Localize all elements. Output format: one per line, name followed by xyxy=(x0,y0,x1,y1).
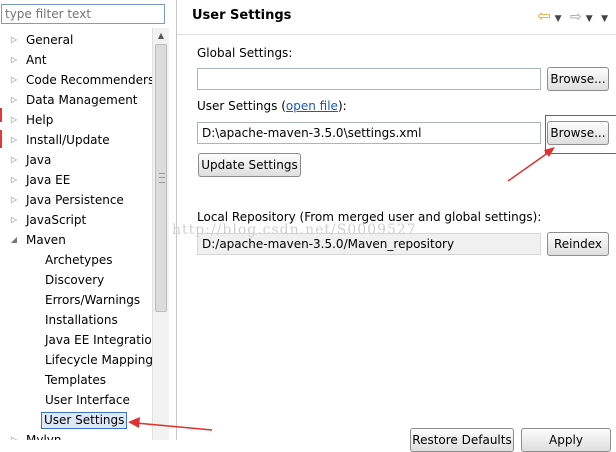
forward-arrow-icon[interactable]: ⇨ xyxy=(570,9,582,25)
tree-item[interactable]: User Interface xyxy=(0,391,152,409)
back-arrow-icon[interactable]: ⇦ xyxy=(537,6,550,25)
page-title: User Settings xyxy=(192,8,292,23)
global-settings-field[interactable] xyxy=(197,68,541,90)
tree-item-label: JavaScript xyxy=(26,213,87,227)
user-settings-label: User Settings (open file): xyxy=(197,99,347,113)
tree-item-label: Java xyxy=(26,153,52,167)
tree-item[interactable]: ▷ Mylyn xyxy=(0,431,152,440)
expand-icon[interactable]: ▷ xyxy=(10,211,18,229)
annotation-mark xyxy=(0,130,2,148)
tree-item-label: Maven xyxy=(26,233,66,247)
tree-item-label: Mylyn xyxy=(26,433,62,440)
expand-icon[interactable]: ▷ xyxy=(10,191,18,209)
tree-item[interactable]: ▷ Java Persistence xyxy=(0,191,152,209)
apply-button[interactable]: Apply xyxy=(521,428,611,452)
scrollbar-thumb[interactable] xyxy=(155,44,167,312)
tree-item[interactable]: ▷ Install/Update xyxy=(0,131,152,149)
tree-item[interactable]: Java EE Integration xyxy=(0,331,152,349)
user-settings-field[interactable]: D:\apache-maven-3.5.0\settings.xml xyxy=(197,122,541,144)
dropdown-icon[interactable]: ▼ xyxy=(555,14,562,24)
tree-item[interactable]: ▷ Help xyxy=(0,111,152,129)
expand-icon[interactable]: ▷ xyxy=(10,51,18,69)
expand-icon[interactable]: ▷ xyxy=(10,71,18,89)
tree-item[interactable]: Errors/Warnings xyxy=(0,291,152,309)
expand-icon[interactable]: ▷ xyxy=(10,131,18,149)
tree-item[interactable]: Templates xyxy=(0,371,152,389)
tree-item[interactable]: ▷ Code Recommenders xyxy=(0,71,152,89)
tree-item[interactable]: ▷ General xyxy=(0,31,152,49)
tree-scrollbar[interactable]: ▲ xyxy=(152,28,169,440)
tree-item-label: Lifecycle Mapping xyxy=(45,353,152,367)
page-header: User Settings ⇦ ▼ ⇨ ▼ ▼ xyxy=(177,0,616,34)
tree-item-label: General xyxy=(26,33,74,47)
tree-item[interactable]: Installations xyxy=(0,311,152,329)
tree-item[interactable]: ▷ Java EE xyxy=(0,171,152,189)
global-browse-button[interactable]: Browse... xyxy=(547,67,609,91)
reindex-button[interactable]: Reindex xyxy=(547,232,609,256)
dropdown-icon[interactable]: ▼ xyxy=(586,14,593,24)
restore-defaults-button[interactable]: Restore Defaults xyxy=(410,428,514,452)
tree-item-label: Java EE Integration xyxy=(45,333,152,347)
tree-item-label: Java EE xyxy=(26,173,71,187)
tree-item-label: Java Persistence xyxy=(26,193,124,207)
tree-item[interactable]: Archetypes xyxy=(0,251,152,269)
update-settings-button[interactable]: Update Settings xyxy=(198,153,301,177)
settings-page: User Settings ⇦ ▼ ⇨ ▼ ▼ Global Settings: B… xyxy=(177,0,616,452)
expand-icon[interactable]: ▷ xyxy=(10,171,18,189)
open-file-link[interactable]: open file xyxy=(286,99,338,113)
annotation-box xyxy=(545,115,616,154)
annotation-mark xyxy=(0,108,2,122)
tree-item[interactable]: ◢ Maven xyxy=(0,231,152,249)
tree-item-label: Discovery xyxy=(45,273,105,287)
tree-item[interactable]: Lifecycle Mapping xyxy=(0,351,152,369)
tree-item-label: Templates xyxy=(45,373,107,387)
filter-input[interactable] xyxy=(1,4,165,24)
collapse-icon[interactable]: ◢ xyxy=(10,231,18,249)
tree-item-label: Installations xyxy=(45,313,118,327)
preferences-navigation: ▷ General ▷ Ant ▷ Code Recommenders ▷ Da… xyxy=(0,0,169,440)
header-separator xyxy=(177,34,616,35)
scroll-up-icon[interactable]: ▲ xyxy=(153,28,169,44)
view-menu-icon[interactable]: ▼ xyxy=(601,14,608,24)
preferences-tree: ▷ General ▷ Ant ▷ Code Recommenders ▷ Da… xyxy=(0,28,152,440)
tree-item-label: Code Recommenders xyxy=(26,73,152,87)
expand-icon[interactable]: ▷ xyxy=(10,151,18,169)
local-repository-label: Local Repository (From merged user and g… xyxy=(197,210,542,224)
header-toolbar: ⇦ ▼ ⇨ ▼ ▼ xyxy=(533,6,608,25)
tree-item[interactable]: ▷ Java xyxy=(0,151,152,169)
expand-icon[interactable]: ▷ xyxy=(10,91,18,109)
tree-item[interactable]: User Settings xyxy=(0,411,152,429)
local-repository-field: D:/apache-maven-3.5.0/Maven_repository xyxy=(197,233,541,255)
expand-icon[interactable]: ▷ xyxy=(10,31,18,49)
tree-item-label: Archetypes xyxy=(45,253,113,267)
tree-item-label: Install/Update xyxy=(26,133,110,147)
tree-item-label: User Interface xyxy=(45,393,130,407)
tree-item[interactable]: ▷ JavaScript xyxy=(0,211,152,229)
global-settings-label: Global Settings: xyxy=(197,46,293,60)
tree-item-label: Data Management xyxy=(26,93,138,107)
tree-item-label: Errors/Warnings xyxy=(45,293,141,307)
tree-item[interactable]: ▷ Ant xyxy=(0,51,152,69)
tree-item-label: User Settings xyxy=(41,412,128,429)
tree-item-label: Ant xyxy=(26,53,47,67)
expand-icon[interactable]: ▷ xyxy=(10,111,18,129)
tree-item[interactable]: Discovery xyxy=(0,271,152,289)
expand-icon[interactable]: ▷ xyxy=(10,431,18,440)
tree-item[interactable]: ▷ Data Management xyxy=(0,91,152,109)
grip-icon xyxy=(159,173,165,183)
tree-item-label: Help xyxy=(26,113,54,127)
